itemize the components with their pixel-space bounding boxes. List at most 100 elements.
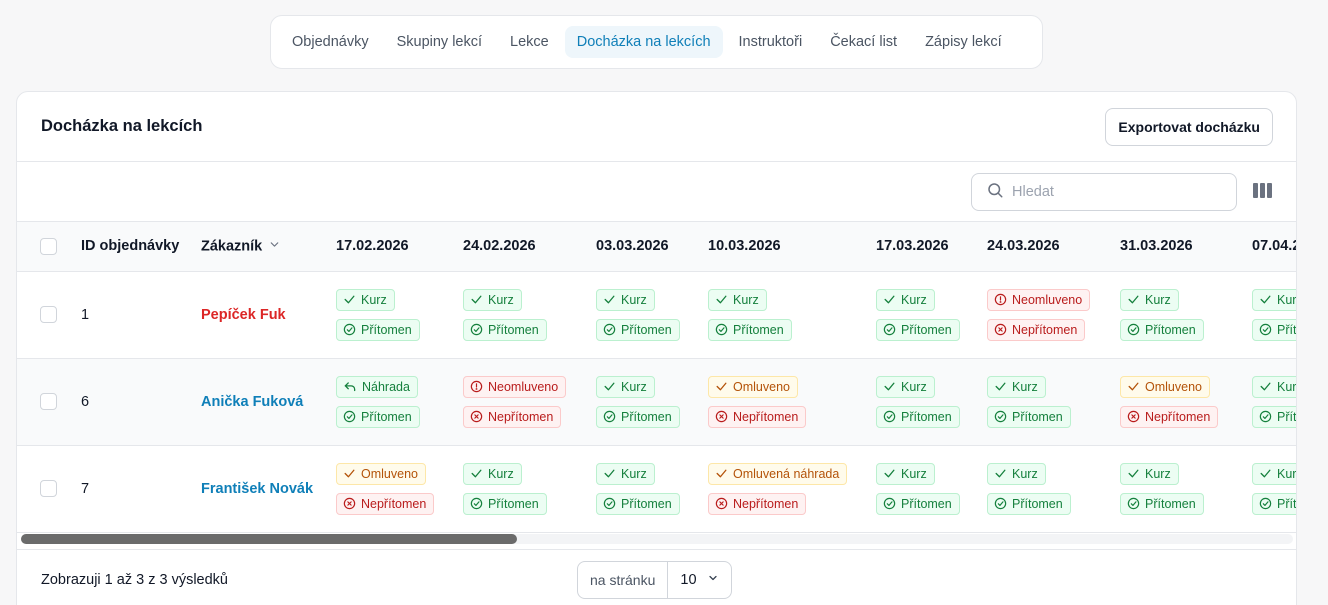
status-badge: Kurz bbox=[1252, 288, 1296, 311]
attendance-card: Docházka na lekcích Exportovat docházku … bbox=[16, 91, 1297, 605]
status-badge-label: Omluveno bbox=[361, 466, 418, 481]
status-badge: Kurz bbox=[1252, 462, 1296, 485]
attendance-cell: Kurz Přítomen bbox=[876, 358, 987, 445]
check-icon bbox=[994, 467, 1007, 480]
per-page-dropdown[interactable]: 10 bbox=[668, 562, 731, 598]
check-icon bbox=[715, 380, 728, 393]
attendance-cell: Neomluveno Nepřítomen bbox=[463, 358, 596, 445]
check-circle-icon bbox=[603, 410, 616, 423]
status-badge-label: Přítomen bbox=[1145, 322, 1196, 337]
status-badge: Kurz bbox=[596, 288, 655, 311]
table-header-row: ID objednávky Zákazník 17.02.2026 24.02.202… bbox=[17, 222, 1296, 271]
status-badge: Přítomen bbox=[336, 405, 420, 428]
row-checkbox[interactable] bbox=[40, 393, 57, 410]
status-badge: Přítomen bbox=[987, 405, 1071, 428]
row-checkbox[interactable] bbox=[40, 480, 57, 497]
status-badge: Přítomen bbox=[708, 318, 792, 341]
status-badge-label: Kurz bbox=[1277, 292, 1296, 307]
check-circle-icon bbox=[715, 323, 728, 336]
status-badge-label: Přítomen bbox=[488, 496, 539, 511]
customer-link[interactable]: František Novák bbox=[201, 481, 313, 497]
status-badge: Přítomen bbox=[596, 318, 680, 341]
sort-chevron-icon[interactable] bbox=[268, 238, 281, 255]
check-icon bbox=[603, 380, 616, 393]
status-badge-label: Přítomen bbox=[621, 409, 672, 424]
x-circle-icon bbox=[715, 410, 728, 423]
check-icon bbox=[715, 293, 728, 306]
status-badge-label: Kurz bbox=[1145, 466, 1171, 481]
search-box[interactable] bbox=[971, 173, 1237, 211]
check-circle-icon bbox=[883, 323, 896, 336]
status-badge-label: Neomluveno bbox=[488, 379, 559, 394]
status-badge-label: Kurz bbox=[1277, 466, 1296, 481]
status-badge: Omluveno bbox=[1120, 375, 1210, 398]
status-badge: Kurz bbox=[596, 462, 655, 485]
check-icon bbox=[883, 380, 896, 393]
column-header-customer[interactable]: Zákazník bbox=[201, 222, 336, 271]
tab-5[interactable]: Čekací list bbox=[818, 26, 909, 58]
check-circle-icon bbox=[994, 410, 1007, 423]
table-row: 1 Pepíček Fuk Kurz Přítomen Kurz Přítomen Kurz… bbox=[17, 271, 1296, 358]
status-badge: Přítomen bbox=[463, 492, 547, 515]
per-page-label: na stránku bbox=[578, 562, 669, 598]
check-icon bbox=[1127, 293, 1140, 306]
tab-2[interactable]: Lekce bbox=[498, 26, 561, 58]
attendance-cell: Kurz Přítomen bbox=[596, 271, 708, 358]
status-badge-label: Přítomen bbox=[1277, 409, 1296, 424]
per-page-select[interactable]: na stránku 10 bbox=[577, 561, 733, 599]
alert-circle-icon bbox=[994, 293, 1007, 306]
status-badge: Kurz bbox=[876, 462, 935, 485]
search-input[interactable] bbox=[1012, 184, 1212, 200]
check-icon bbox=[1259, 293, 1272, 306]
x-circle-icon bbox=[1127, 410, 1140, 423]
x-circle-icon bbox=[470, 410, 483, 423]
status-badge: Kurz bbox=[463, 462, 522, 485]
horizontal-scrollbar[interactable] bbox=[21, 534, 1293, 544]
status-badge-label: Přítomen bbox=[488, 322, 539, 337]
status-badge-label: Nepřítomen bbox=[1012, 322, 1078, 337]
status-badge-label: Kurz bbox=[361, 292, 387, 307]
status-badge-label: Přítomen bbox=[361, 409, 412, 424]
check-circle-icon bbox=[343, 410, 356, 423]
row-select-cell bbox=[17, 358, 81, 445]
status-badge: Neomluveno bbox=[463, 375, 567, 398]
status-badge: Kurz bbox=[1120, 288, 1179, 311]
check-circle-icon bbox=[883, 410, 896, 423]
customer-link[interactable]: Pepíček Fuk bbox=[201, 307, 286, 323]
status-badge-label: Přítomen bbox=[901, 322, 952, 337]
row-checkbox[interactable] bbox=[40, 306, 57, 323]
tab-6[interactable]: Zápisy lekcí bbox=[913, 26, 1014, 58]
attendance-cell: Kurz Přítomen bbox=[1120, 271, 1252, 358]
status-badge: Přítomen bbox=[876, 405, 960, 428]
top-navigation: Objednávky Skupiny lekcí Lekce Docházka na … bbox=[270, 15, 1043, 69]
column-toggle-icon[interactable] bbox=[1253, 183, 1273, 201]
attendance-cell: Kurz Přítomen bbox=[876, 271, 987, 358]
table-scroll-area: ID objednávky Zákazník 17.02.2026 24.02.202… bbox=[17, 222, 1296, 546]
status-badge: Kurz bbox=[708, 288, 767, 311]
tab-0[interactable]: Objednávky bbox=[280, 26, 381, 58]
tab-3[interactable]: Docházka na lekcích bbox=[564, 26, 723, 58]
check-circle-icon bbox=[470, 497, 483, 510]
scrollbar-thumb[interactable] bbox=[21, 534, 517, 544]
status-badge: Nepřítomen bbox=[708, 492, 807, 515]
check-circle-icon bbox=[1127, 497, 1140, 510]
status-badge-label: Kurz bbox=[901, 379, 927, 394]
status-badge-label: Kurz bbox=[488, 466, 514, 481]
check-icon bbox=[994, 380, 1007, 393]
select-all-checkbox[interactable] bbox=[40, 237, 57, 255]
attendance-cell: Kurz Přítomen bbox=[463, 445, 596, 532]
per-page-value: 10 bbox=[680, 572, 697, 588]
check-icon bbox=[883, 467, 896, 480]
status-badge: Kurz bbox=[336, 288, 395, 311]
tab-4[interactable]: Instruktoři bbox=[727, 26, 815, 58]
status-badge: Přítomen bbox=[876, 318, 960, 341]
tab-1[interactable]: Skupiny lekcí bbox=[385, 26, 494, 58]
status-badge-label: Kurz bbox=[488, 292, 514, 307]
export-attendance-button[interactable]: Exportovat docházku bbox=[1105, 107, 1273, 146]
customer-link[interactable]: Anička Fuková bbox=[201, 394, 303, 410]
status-badge-label: Kurz bbox=[621, 466, 647, 481]
x-circle-icon bbox=[343, 497, 356, 510]
attendance-table: ID objednávky Zákazník 17.02.2026 24.02.202… bbox=[17, 222, 1296, 533]
column-header-date: 17.03.2026 bbox=[876, 238, 949, 255]
status-badge: Kurz bbox=[1252, 375, 1296, 398]
